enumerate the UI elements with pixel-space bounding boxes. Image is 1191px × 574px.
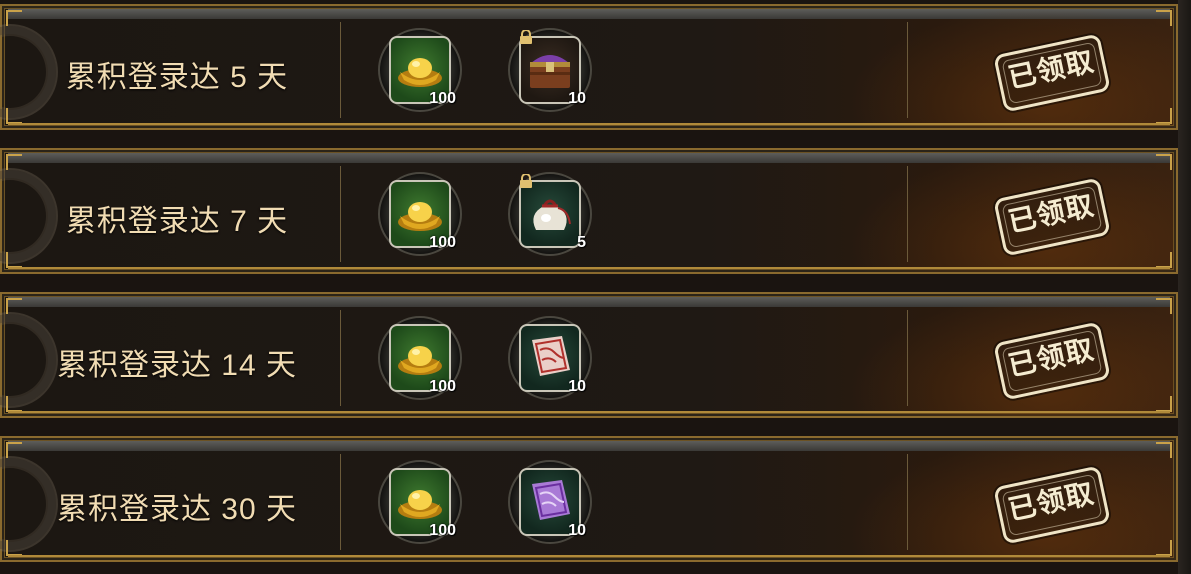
claimed-stamp: 已领取: [993, 465, 1111, 545]
reward-row-3: 累积登录达 14 天 100 10 已领取: [0, 292, 1178, 418]
row-title: 累积登录达 14 天: [56, 349, 298, 382]
divider: [907, 166, 908, 262]
reward-row-2: 累积登录达 7 天 100 5 已领取: [0, 148, 1178, 274]
divider: [340, 454, 341, 550]
purple-treasure-chest-icon: [530, 55, 570, 88]
row-title: 累积登录达 30 天: [56, 493, 298, 526]
divider: [907, 310, 908, 406]
reward-slot[interactable]: 10: [508, 28, 592, 112]
gold-ingot-icon: [398, 490, 442, 519]
item-count: 100: [429, 378, 456, 395]
row-title: 累积登录达 5 天: [65, 61, 289, 94]
purple-scroll-icon: [532, 480, 570, 520]
reward-slot[interactable]: 100: [378, 172, 462, 256]
reward-slot[interactable]: 10: [508, 460, 592, 544]
reward-slot[interactable]: 100: [378, 316, 462, 400]
reward-row-4: 累积登录达 30 天 100 10 已领取: [0, 436, 1178, 562]
scroll-edge: [1178, 0, 1191, 574]
gold-ingot-icon: [398, 346, 442, 375]
item-count: 100: [429, 234, 456, 251]
divider: [340, 22, 341, 118]
divider: [340, 166, 341, 262]
gold-ingot-icon: [398, 202, 442, 231]
gold-ingot-icon: [398, 58, 442, 87]
item-count: 100: [429, 90, 456, 107]
lock-icon: [520, 174, 532, 188]
red-scroll-icon: [532, 336, 570, 376]
reward-slot[interactable]: 100: [378, 28, 462, 112]
item-count: 100: [429, 522, 456, 539]
reward-row-1: 累积登录达 5 天 100 10 已领取: [0, 4, 1178, 130]
claimed-stamp: 已领取: [993, 177, 1111, 257]
divider: [907, 22, 908, 118]
divider: [907, 454, 908, 550]
item-count: 10: [568, 90, 586, 107]
item-count: 5: [577, 234, 586, 251]
row-title: 累积登录达 7 天: [65, 205, 289, 238]
reward-slot[interactable]: 100: [378, 460, 462, 544]
reward-slot[interactable]: 5: [508, 172, 592, 256]
lock-icon: [520, 30, 532, 44]
claimed-stamp: 已领取: [993, 321, 1111, 401]
claimed-stamp: 已领取: [993, 33, 1111, 113]
item-count: 10: [568, 378, 586, 395]
login-reward-list: 累积登录达 5 天 100 10 已领取 累积登录达 7 天 100 5 已领取…: [0, 0, 1191, 574]
item-count: 10: [568, 522, 586, 539]
divider: [340, 310, 341, 406]
white-pouch-icon: [533, 199, 571, 230]
reward-slot[interactable]: 10: [508, 316, 592, 400]
